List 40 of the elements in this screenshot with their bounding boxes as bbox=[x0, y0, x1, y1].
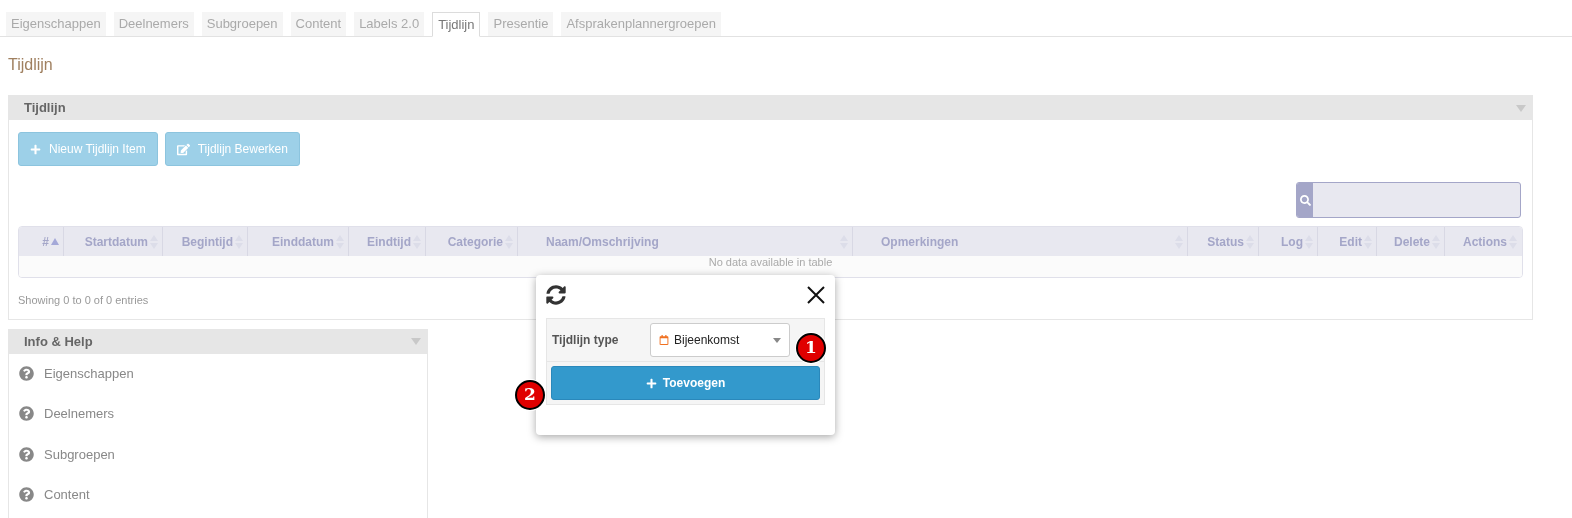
empty-table-message: No data available in table bbox=[708, 256, 833, 268]
refresh-icon[interactable] bbox=[546, 285, 566, 305]
search-icon bbox=[1299, 194, 1311, 206]
add-button[interactable]: Toevoegen bbox=[551, 366, 820, 400]
plus-icon bbox=[30, 143, 41, 155]
close-icon[interactable] bbox=[807, 286, 825, 304]
panel-title: Info & Help bbox=[24, 332, 93, 351]
tab[interactable]: Tijdlijn bbox=[432, 12, 481, 37]
edit-button[interactable]: Tijdlijn Bewerken bbox=[164, 132, 300, 166]
new-item-button[interactable]: Nieuw Tijdlijn Item bbox=[18, 132, 158, 166]
help-icon bbox=[19, 446, 34, 462]
tab[interactable]: Subgroepen bbox=[201, 12, 283, 36]
collapse-caret-icon[interactable] bbox=[411, 338, 421, 345]
tab[interactable]: Eigenschappen bbox=[6, 12, 106, 36]
help-link[interactable]: Content bbox=[19, 485, 427, 505]
edit-icon bbox=[176, 142, 190, 156]
panel-title: Tijdlijn bbox=[24, 99, 66, 118]
help-link[interactable]: Subgroepen bbox=[19, 444, 427, 464]
tab[interactable]: Presentie bbox=[488, 12, 554, 36]
help-icon bbox=[19, 406, 34, 422]
plus-icon bbox=[645, 377, 657, 389]
help-link[interactable]: Deelnemers bbox=[19, 404, 427, 424]
tab[interactable]: Content bbox=[290, 12, 347, 36]
tab[interactable]: Afsprakenplannergroepen bbox=[561, 12, 721, 36]
step-marker: 1 bbox=[796, 333, 826, 363]
help-icon bbox=[19, 487, 34, 503]
tab[interactable]: Labels 2.0 bbox=[354, 12, 425, 36]
collapse-caret-icon[interactable] bbox=[1516, 104, 1526, 112]
step-marker: 2 bbox=[515, 380, 545, 410]
column-header[interactable]: # bbox=[19, 227, 63, 256]
help-link[interactable]: Eigenschappen bbox=[19, 363, 427, 383]
dropdown-caret-icon bbox=[773, 337, 781, 343]
search-field[interactable] bbox=[1296, 182, 1521, 218]
field-label: Tijdlijn type bbox=[551, 332, 620, 349]
entries-info: Showing 0 to 0 of 0 entries bbox=[18, 293, 149, 308]
tab[interactable]: Deelnemers bbox=[113, 12, 194, 36]
type-select[interactable]: Bijeenkomst bbox=[650, 323, 790, 357]
calendar-icon bbox=[659, 335, 669, 345]
help-icon bbox=[19, 365, 34, 381]
page-title: Tijdlijn bbox=[8, 55, 54, 75]
